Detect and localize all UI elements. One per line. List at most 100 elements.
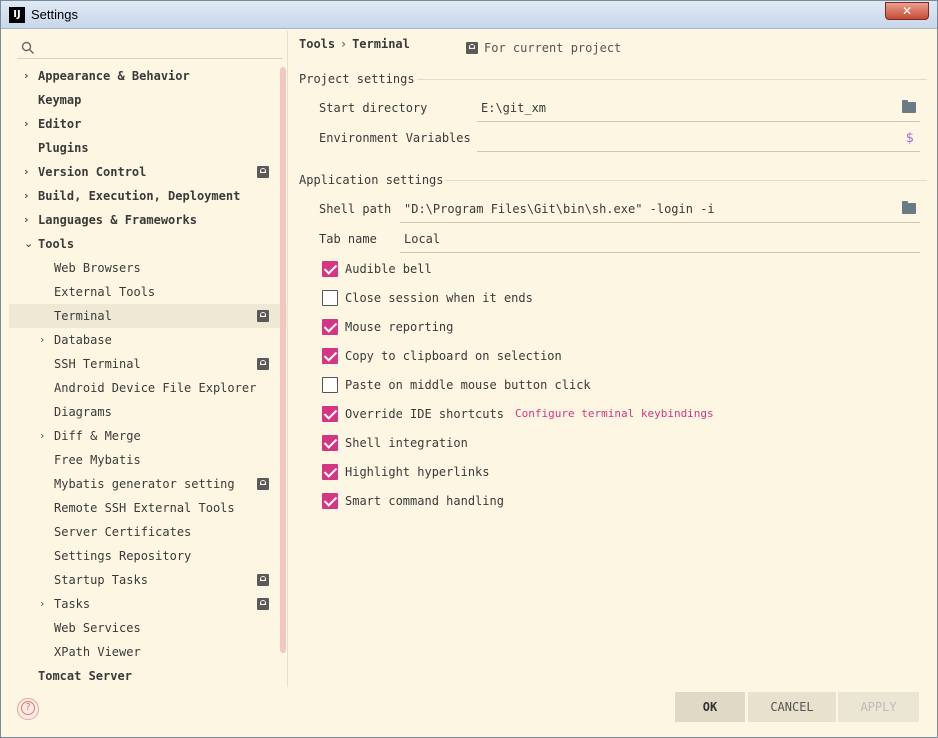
sidebar-item-diagrams[interactable]: Diagrams [9,400,288,424]
sidebar-item-label: Web Browsers [54,261,141,275]
intellij-app-icon: IJ [9,7,25,23]
checkbox[interactable] [322,319,338,335]
checkbox-label: Paste on middle mouse button click [345,378,591,392]
sidebar-item-web-browsers[interactable]: Web Browsers [9,256,288,280]
apply-button[interactable]: APPLY [838,692,919,722]
ok-button[interactable]: OK [675,692,745,722]
sidebar-item-terminal[interactable]: Terminal [9,304,288,328]
sidebar-item-web-services[interactable]: Web Services [9,616,288,640]
chevron-right-icon[interactable]: › [24,208,34,232]
start-directory-label: Start directory [319,101,428,115]
sidebar-item-label: Server Certificates [54,525,192,539]
configure-keybindings-link[interactable]: Configure terminal keybindings [515,405,714,423]
scope-indicator: For current project [466,40,621,55]
sidebar-item-xpath-viewer[interactable]: XPath Viewer [9,640,288,664]
sidebar-item-version-control[interactable]: › Version Control [9,160,288,184]
checkbox[interactable] [322,406,338,422]
folder-icon[interactable] [902,201,916,214]
sidebar-item-ssh-terminal[interactable]: SSH Terminal [9,352,288,376]
sidebar-item-mybatis-generator-setting[interactable]: Mybatis generator setting [9,472,288,496]
environment-variables-field[interactable]: $ [477,128,920,152]
dollar-icon[interactable]: $ [906,129,914,149]
sidebar-item-free-mybatis[interactable]: Free Mybatis [9,448,288,472]
checkbox[interactable] [322,290,338,306]
breadcrumb-parent[interactable]: Tools [299,37,335,51]
sidebar-item-label: Tools [38,237,75,251]
checkbox-label: Audible bell [345,262,432,276]
chevron-down-icon[interactable]: ⌄ [24,232,34,256]
checkbox[interactable] [322,261,338,277]
checkbox-label: Shell integration [345,436,468,450]
sidebar-item-label: Tomcat Server [38,669,132,683]
sidebar-item-external-tools[interactable]: External Tools [9,280,288,304]
checkbox-label: Override IDE shortcuts [345,407,504,421]
window-title: Settings [31,7,78,22]
project-scope-icon [257,478,269,490]
start-directory-field[interactable]: E:\git_xm [477,98,920,122]
sidebar-item-appearance-behavior[interactable]: › Appearance & Behavior [9,64,288,88]
sidebar-item-settings-repository[interactable]: Settings Repository [9,544,288,568]
breadcrumb-separator: › [341,37,347,51]
chevron-right-icon[interactable]: › [24,160,34,184]
terminal-settings-panel: Tools › Terminal For current project Proje… [289,31,937,687]
tab-name-label: Tab name [319,232,377,246]
sidebar-item-remote-ssh-external-tools[interactable]: Remote SSH External Tools [9,496,288,520]
sidebar-item-server-certificates[interactable]: Server Certificates [9,520,288,544]
checkbox[interactable] [322,464,338,480]
sidebar-item-keymap[interactable]: Keymap [9,88,288,112]
project-scope-icon [257,166,269,178]
sidebar-item-startup-tasks[interactable]: Startup Tasks [9,568,288,592]
settings-search-input[interactable] [17,37,283,59]
sidebar-item-diff-merge[interactable]: › Diff & Merge [9,424,288,448]
breadcrumb: Tools › Terminal [299,37,410,51]
sidebar-item-label: Appearance & Behavior [38,69,190,83]
checkbox-label: Smart command handling [345,494,504,508]
checkbox[interactable] [322,377,338,393]
chevron-right-icon[interactable]: › [40,424,50,448]
project-scope-icon [257,574,269,586]
project-scope-icon [257,358,269,370]
chevron-right-icon[interactable]: › [40,328,50,352]
chevron-right-icon[interactable]: › [40,592,50,616]
shell-path-value: "D:\Program Files\Git\bin\sh.exe" -login… [404,202,715,216]
sidebar-item-label: Tasks [54,597,91,611]
sidebar-item-tools[interactable]: ⌄ Tools [9,232,288,256]
cancel-button[interactable]: CANCEL [748,692,836,722]
checkbox[interactable] [322,435,338,451]
section-divider [445,180,927,181]
sidebar-scrollbar[interactable] [280,67,286,653]
help-button[interactable]: ? [17,698,39,720]
checkbox[interactable] [322,493,338,509]
tab-name-field[interactable]: Local [400,229,920,253]
chevron-right-icon[interactable]: › [24,112,34,136]
chevron-right-icon[interactable]: › [24,64,34,88]
application-settings-title: Application settings [299,173,444,187]
sidebar-item-label: Free Mybatis [54,453,141,467]
folder-icon[interactable] [902,100,916,113]
breadcrumb-current: Terminal [352,37,410,51]
checkbox-label: Highlight hyperlinks [345,465,490,479]
sidebar-item-build-execution-deployment[interactable]: › Build, Execution, Deployment [9,184,288,208]
scope-label: For current project [484,41,622,55]
sidebar-item-label: Mybatis generator setting [54,477,235,491]
sidebar-item-tasks[interactable]: › Tasks [9,592,288,616]
chevron-right-icon[interactable]: › [24,184,34,208]
shell-path-field[interactable]: "D:\Program Files\Git\bin\sh.exe" -login… [400,199,920,223]
sidebar-item-plugins[interactable]: Plugins [9,136,288,160]
close-button[interactable]: ✕ [885,2,929,20]
sidebar-item-tomcat-server[interactable]: Tomcat Server [9,664,288,688]
sidebar-item-label: Diagrams [54,405,112,419]
settings-window: IJ Settings ✕ › Appearance & Behavior Keym… [0,0,938,738]
sidebar-item-label: SSH Terminal [54,357,141,371]
sidebar-item-database[interactable]: › Database [9,328,288,352]
sidebar-item-android-device-file-explorer[interactable]: Android Device File Explorer [9,376,288,400]
start-directory-value: E:\git_xm [481,101,547,115]
sidebar-item-label: External Tools [54,285,156,299]
environment-variables-label: Environment Variables [319,131,471,145]
checkbox[interactable] [322,348,338,364]
sidebar-item-editor[interactable]: › Editor [9,112,288,136]
section-divider [417,79,927,80]
sidebar-item-languages-frameworks[interactable]: › Languages & Frameworks [9,208,288,232]
sidebar-item-label: XPath Viewer [54,645,141,659]
checkbox-label: Mouse reporting [345,320,454,334]
